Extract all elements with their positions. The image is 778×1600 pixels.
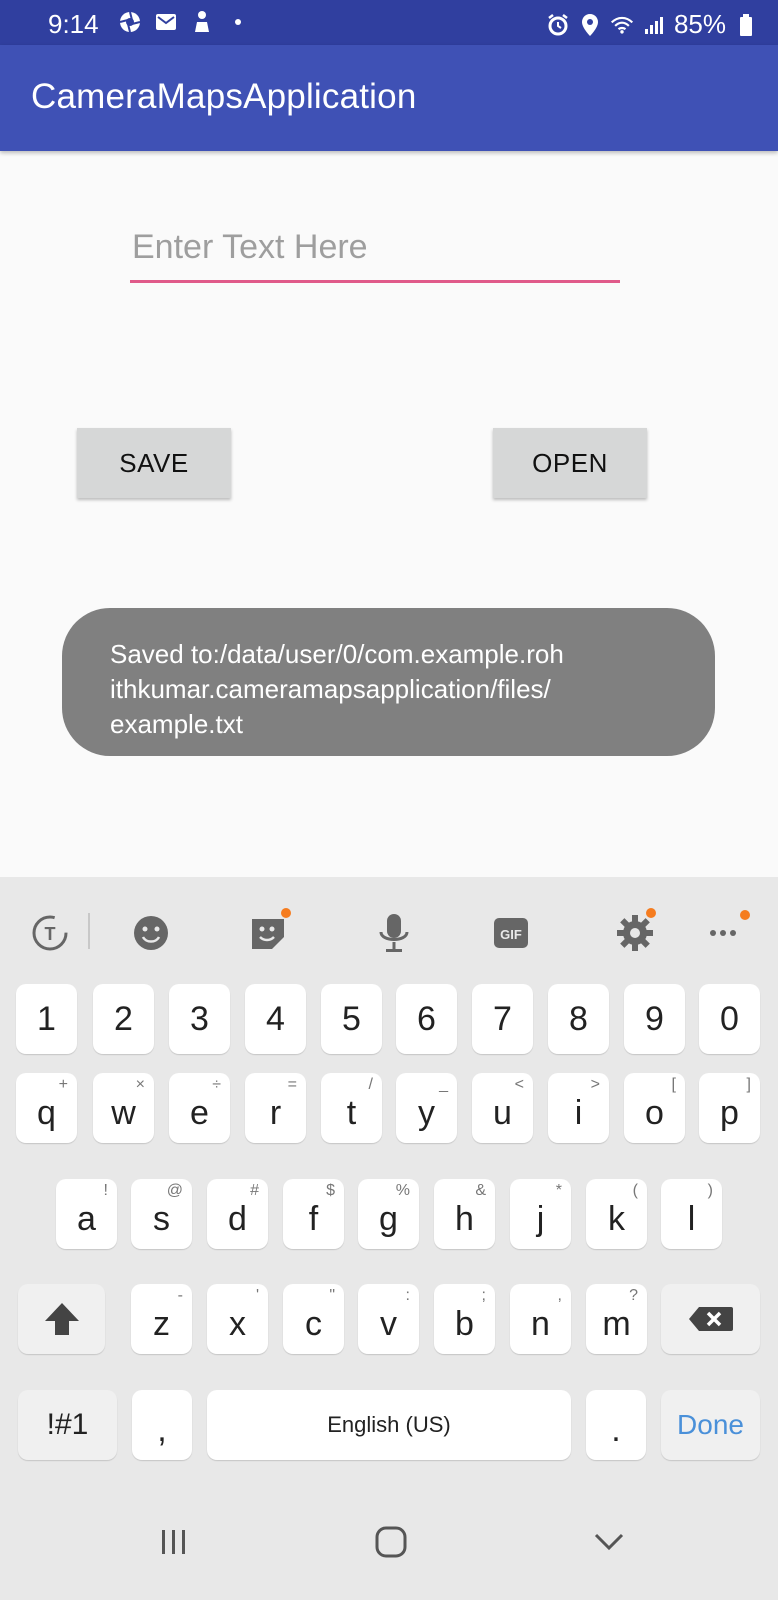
emoji-icon[interactable] bbox=[128, 910, 174, 956]
key-b[interactable]: ; b bbox=[434, 1284, 495, 1354]
signal-icon bbox=[642, 13, 666, 37]
microphone-icon[interactable] bbox=[371, 910, 417, 956]
battery-percent: 85% bbox=[673, 9, 726, 39]
status-time: 9:14 bbox=[48, 9, 99, 39]
wifi-icon bbox=[610, 13, 634, 37]
key-t[interactable]: / t bbox=[321, 1073, 382, 1143]
save-button[interactable]: SAVE bbox=[77, 428, 231, 498]
navigation-bar bbox=[0, 1477, 778, 1600]
key-k[interactable]: (k bbox=[586, 1179, 647, 1249]
notification-icons bbox=[118, 10, 250, 34]
period-key[interactable]: . bbox=[586, 1390, 646, 1460]
open-button[interactable]: OPEN bbox=[493, 428, 647, 498]
symbols-key[interactable]: !#1 bbox=[18, 1390, 117, 1460]
gear-icon[interactable] bbox=[612, 908, 658, 956]
key-4[interactable]: 4 bbox=[245, 984, 306, 1054]
key-y[interactable]: _ y bbox=[396, 1073, 457, 1143]
text-translate-icon[interactable]: T bbox=[27, 910, 73, 956]
key-i[interactable]: > i bbox=[548, 1073, 609, 1143]
key-p[interactable]: ] p bbox=[699, 1073, 760, 1143]
backspace-key[interactable] bbox=[661, 1284, 760, 1354]
toast-line: ithkumar.cameramapsapplication/files/ bbox=[110, 674, 551, 704]
gif-icon[interactable]: GIF bbox=[488, 910, 534, 956]
key-n[interactable]: ,n bbox=[510, 1284, 571, 1354]
recent-apps-icon[interactable] bbox=[149, 1517, 199, 1567]
key-z[interactable]: -z bbox=[131, 1284, 192, 1354]
key-w[interactable]: × w bbox=[93, 1073, 154, 1143]
toast-line: example.txt bbox=[110, 709, 243, 739]
key-9[interactable]: 9 bbox=[624, 984, 685, 1054]
comma-key[interactable]: , bbox=[132, 1390, 192, 1460]
more-options-icon[interactable] bbox=[702, 910, 750, 956]
sticker-icon[interactable] bbox=[245, 908, 291, 956]
key-0[interactable]: 0 bbox=[699, 984, 760, 1054]
person-icon bbox=[190, 10, 214, 34]
status-bar: 9:14 85% bbox=[0, 0, 778, 45]
svg-text:T: T bbox=[45, 924, 56, 944]
hide-keyboard-icon[interactable] bbox=[584, 1517, 634, 1567]
backspace-icon bbox=[688, 1307, 733, 1331]
location-icon bbox=[578, 13, 602, 37]
app-title: CameraMapsApplication bbox=[31, 77, 417, 116]
toolbar-divider bbox=[88, 913, 90, 949]
svg-text:GIF: GIF bbox=[500, 927, 522, 942]
key-u[interactable]: < u bbox=[472, 1073, 533, 1143]
keyboard-toolbar: T GIF bbox=[0, 877, 778, 977]
app-bar: CameraMapsApplication bbox=[0, 45, 778, 151]
key-s[interactable]: @ s bbox=[131, 1179, 192, 1249]
keyboard: T GIF 1 2 3 4 5 6 7 8 9 0 + q × w ÷ e = … bbox=[0, 877, 778, 1477]
key-3[interactable]: 3 bbox=[169, 984, 230, 1054]
key-6[interactable]: 6 bbox=[396, 984, 457, 1054]
key-2[interactable]: 2 bbox=[93, 984, 154, 1054]
key-r[interactable]: = r bbox=[245, 1073, 306, 1143]
shift-key[interactable] bbox=[18, 1284, 105, 1354]
key-o[interactable]: [o bbox=[624, 1073, 685, 1143]
key-a[interactable]: ! a bbox=[56, 1179, 117, 1249]
mail-icon bbox=[154, 10, 178, 34]
done-key[interactable]: Done bbox=[661, 1390, 760, 1460]
more-notifications-dot-icon bbox=[226, 10, 250, 34]
key-c[interactable]: " c bbox=[283, 1284, 344, 1354]
key-l[interactable]: ) l bbox=[661, 1179, 722, 1249]
key-5[interactable]: 5 bbox=[321, 984, 382, 1054]
key-g[interactable]: % g bbox=[358, 1179, 419, 1249]
battery-icon bbox=[734, 13, 758, 37]
alarm-icon bbox=[546, 13, 570, 37]
key-m[interactable]: ? m bbox=[586, 1284, 647, 1354]
key-q[interactable]: + q bbox=[16, 1073, 77, 1143]
key-d[interactable]: # d bbox=[207, 1179, 268, 1249]
text-input[interactable] bbox=[130, 215, 620, 283]
key-1[interactable]: 1 bbox=[16, 984, 77, 1054]
home-icon[interactable] bbox=[366, 1517, 416, 1567]
key-e[interactable]: ÷ e bbox=[169, 1073, 230, 1143]
saved-toast: Saved to:/data/user/0/com.example.roh it… bbox=[62, 608, 715, 756]
space-key[interactable]: English (US) bbox=[207, 1390, 571, 1460]
key-f[interactable]: $ f bbox=[283, 1179, 344, 1249]
aperture-icon bbox=[118, 10, 142, 34]
system-icons: 85% bbox=[546, 9, 758, 40]
key-v[interactable]: :v bbox=[358, 1284, 419, 1354]
shift-arrow-icon bbox=[44, 1303, 79, 1335]
key-7[interactable]: 7 bbox=[472, 984, 533, 1054]
toast-line: Saved to:/data/user/0/com.example.roh bbox=[110, 639, 564, 669]
key-h[interactable]: & h bbox=[434, 1179, 495, 1249]
key-8[interactable]: 8 bbox=[548, 984, 609, 1054]
key-x[interactable]: ' x bbox=[207, 1284, 268, 1354]
key-j[interactable]: * j bbox=[510, 1179, 571, 1249]
